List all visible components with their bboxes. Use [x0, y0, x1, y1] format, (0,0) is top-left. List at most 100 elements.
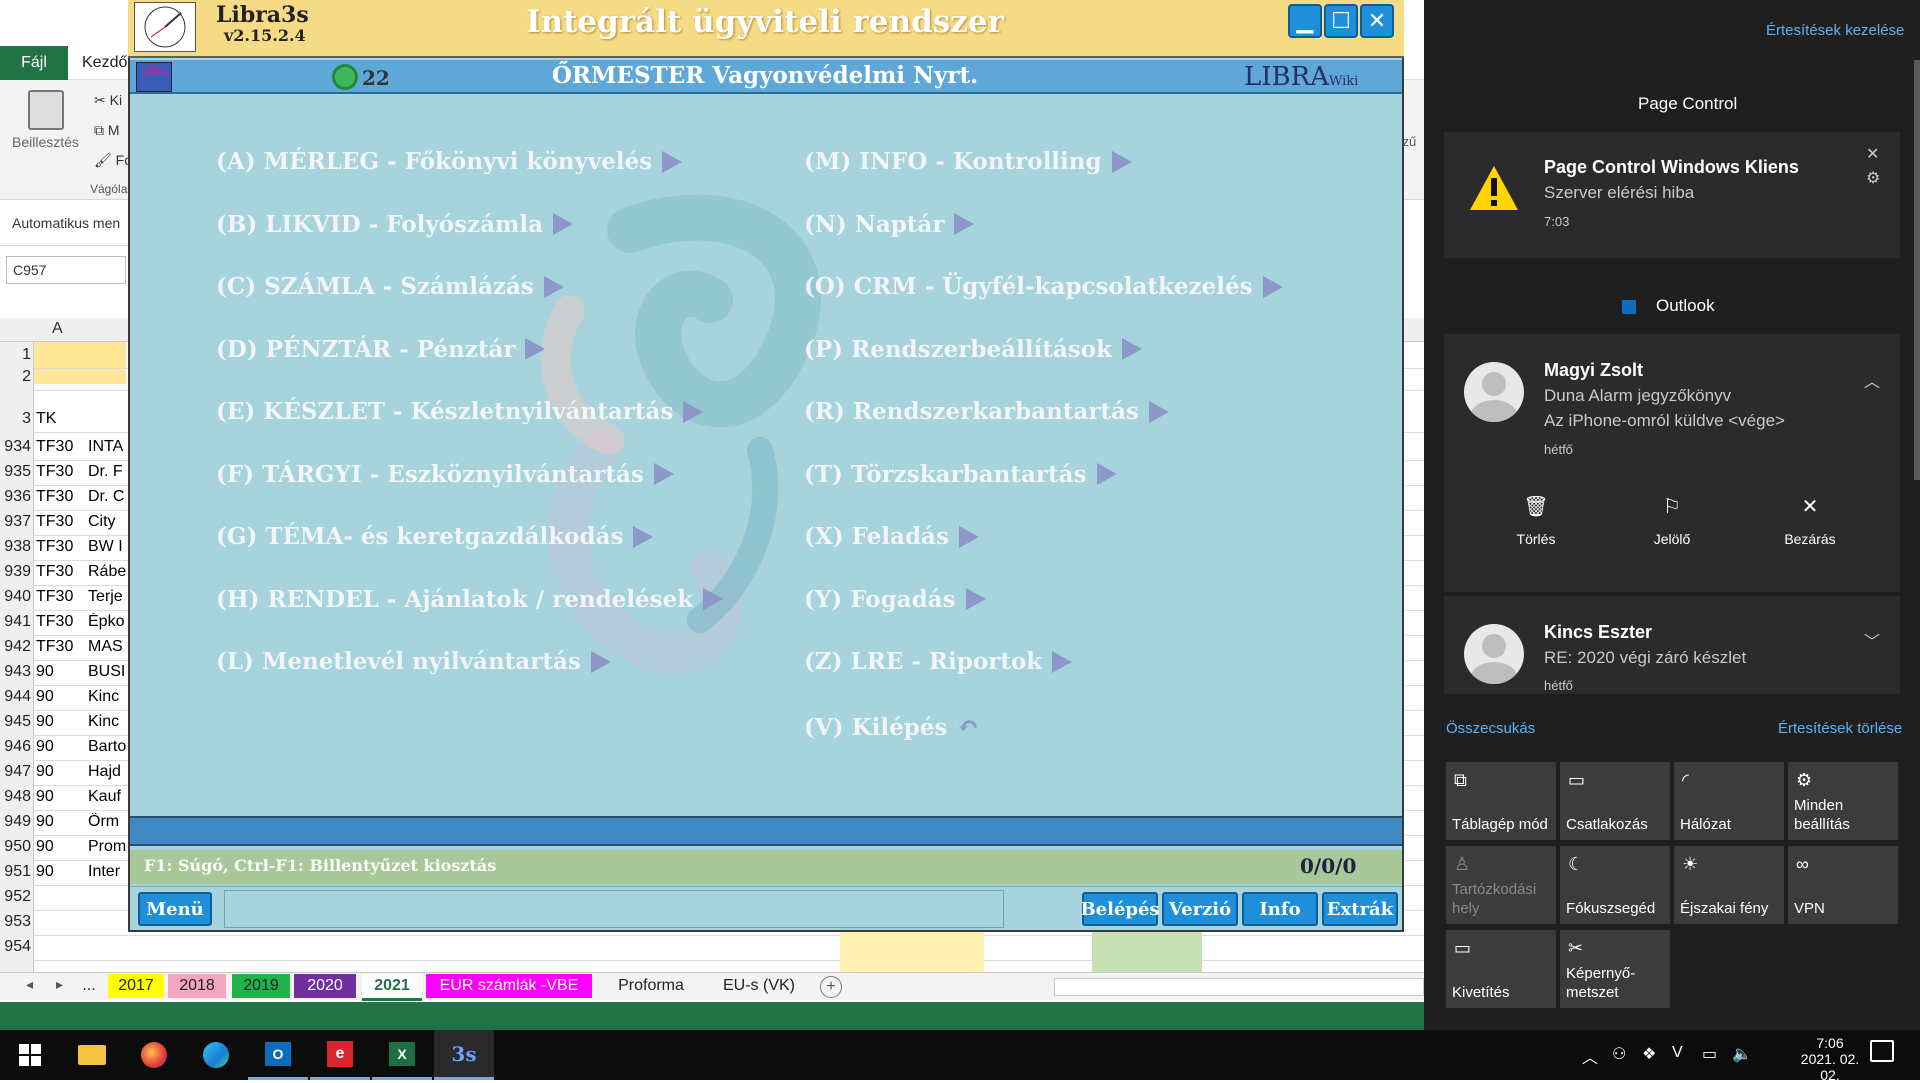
paste-icon[interactable]	[28, 90, 64, 130]
cell-a[interactable]: TF30	[36, 513, 84, 531]
row-number[interactable]: 939	[0, 563, 34, 581]
quick-action-tile[interactable]: ▭ Kivetítés	[1446, 930, 1556, 1008]
row-number[interactable]: 950	[0, 838, 34, 856]
sheet-tab[interactable]: EUR számlák -VBE	[426, 974, 592, 998]
row-number[interactable]: 940	[0, 588, 34, 606]
tray-chevron-up-icon[interactable]: ︿	[1582, 1044, 1598, 1068]
row-number[interactable]: 945	[0, 713, 34, 731]
cell-a[interactable]: TF30	[36, 588, 84, 606]
quick-action-tile[interactable]: ♙ Tartózkodási hely	[1446, 846, 1556, 924]
name-box[interactable]: C957	[6, 256, 126, 284]
cell-a[interactable]: 90	[36, 863, 84, 881]
cell-a[interactable]: 90	[36, 738, 84, 756]
cell-a[interactable]: TF30	[36, 613, 84, 631]
quick-action-tile[interactable]: ✂ Képernyő-metszet	[1560, 930, 1670, 1008]
sheet-tab[interactable]: Proforma	[596, 974, 706, 998]
cell-b[interactable]: Rábe	[88, 563, 128, 581]
sheet-tab[interactable]: 2021	[362, 974, 422, 1001]
paste-label[interactable]: Beillesztés	[12, 134, 79, 150]
row-number[interactable]: 941	[0, 613, 34, 631]
cell-a[interactable]: TF30	[36, 463, 84, 481]
libra-e-icon[interactable]: e	[310, 1030, 370, 1080]
row-number[interactable]: 949	[0, 813, 34, 831]
info-button[interactable]: Info	[1242, 892, 1318, 926]
cell-b[interactable]: MAS	[88, 638, 128, 656]
cell-a[interactable]: 90	[36, 813, 84, 831]
sheet-tab[interactable]: 2020	[294, 974, 356, 998]
add-sheet-icon[interactable]: +	[820, 976, 842, 998]
cell-a[interactable]: 90	[36, 713, 84, 731]
menu-item-exit[interactable]: (V) Kilépés ↶	[804, 712, 979, 742]
column-a-header[interactable]: A	[52, 320, 63, 338]
home-icon[interactable]	[136, 62, 172, 92]
clear-notifications-link[interactable]: Értesítések törlése	[1778, 720, 1902, 737]
cell-a[interactable]: TF30	[36, 538, 84, 556]
excel-taskbar-icon[interactable]: X	[372, 1030, 432, 1080]
menu-item[interactable]: (G) TÉMA- és keretgazdálkodás	[216, 523, 654, 550]
cell-b[interactable]: Épko	[88, 613, 128, 631]
row-number[interactable]: 953	[0, 913, 34, 931]
file-explorer-icon[interactable]	[62, 1030, 122, 1080]
sheet-tab[interactable]: 2017	[108, 974, 164, 998]
sheet-tab[interactable]: ...	[78, 974, 100, 998]
sheet-next-icon[interactable]: ▸	[56, 976, 63, 993]
sheet-tab[interactable]: 2018	[168, 974, 226, 998]
cell-b[interactable]: Kauf	[88, 788, 128, 806]
row-number[interactable]: 2	[0, 368, 34, 386]
quick-action-tile[interactable]: ∞ VPN	[1788, 846, 1898, 924]
cell-b[interactable]: BW I	[88, 538, 128, 556]
autosave-toggle[interactable]: Automatikus men	[0, 200, 130, 246]
quick-action-tile[interactable]: ▭ Csatlakozás	[1560, 762, 1670, 840]
row-number[interactable]: 936	[0, 488, 34, 506]
v-tray-icon[interactable]: V	[1672, 1044, 1683, 1062]
login-button[interactable]: Belépés	[1080, 892, 1160, 926]
menu-item[interactable]: (T) Törzskarbantartás	[804, 461, 1117, 488]
close-button[interactable]: ✕	[1360, 4, 1394, 38]
row-number[interactable]: 943	[0, 663, 34, 681]
cell-a[interactable]: TF30	[36, 438, 84, 456]
quick-action-tile[interactable]: ⚙ Minden beállítás	[1788, 762, 1898, 840]
cell-b[interactable]: Barto	[88, 738, 128, 756]
cell-a[interactable]: TF30	[36, 563, 84, 581]
copy-button[interactable]: ⧉ M	[94, 122, 120, 139]
menu-item[interactable]: (N) Naptár	[804, 211, 975, 238]
menu-item[interactable]: (X) Feladás	[804, 523, 979, 550]
menu-item[interactable]: (D) PÉNZTÁR - Pénztár	[216, 336, 546, 363]
sheet-tab[interactable]: 2019	[232, 974, 290, 998]
quick-action-tile[interactable]: ◜ Hálózat	[1674, 762, 1784, 840]
edge-icon[interactable]	[186, 1030, 246, 1080]
cell-b[interactable]: Örm	[88, 813, 128, 831]
cell-a[interactable]: 90	[36, 688, 84, 706]
minimize-button[interactable]: ▁	[1288, 4, 1322, 38]
menu-item[interactable]: (O) CRM - Ügyfél-kapcsolatkezelés	[804, 273, 1283, 300]
cell-a[interactable]: TK	[36, 410, 84, 428]
menu-item[interactable]: (Z) LRE - Riportok	[804, 648, 1073, 675]
cell-a[interactable]: 90	[36, 838, 84, 856]
cell-b[interactable]: Dr. F	[88, 463, 128, 481]
menu-item[interactable]: (R) Rendszerkarbantartás	[804, 398, 1169, 425]
notification-settings-icon[interactable]: ⚙	[1866, 168, 1880, 188]
cell-a[interactable]: 90	[36, 763, 84, 781]
libra3s-taskbar-icon[interactable]: 3s	[434, 1030, 494, 1080]
row-number[interactable]: 947	[0, 763, 34, 781]
cell-b[interactable]: Prom	[88, 838, 128, 856]
format-painter-button[interactable]: 🖌 Fo	[94, 152, 132, 169]
dismiss-icon[interactable]: ✕	[1866, 144, 1879, 164]
menu-item[interactable]: (B) LIKVID - Folyószámla	[216, 211, 573, 238]
maximize-button[interactable]: ☐	[1324, 4, 1358, 38]
flag-action[interactable]: ⚐ Jelölő	[1644, 494, 1700, 547]
cell-b[interactable]: Hajd	[88, 763, 128, 781]
row-number[interactable]: 951	[0, 863, 34, 881]
cell-a[interactable]: 90	[36, 663, 84, 681]
menu-button[interactable]: Menü	[138, 892, 212, 926]
menu-item[interactable]: (C) SZÁMLA - Számlázás	[216, 273, 564, 300]
cell-b[interactable]: BUSI	[88, 663, 128, 681]
chevron-up-icon[interactable]: ︿	[1864, 368, 1880, 392]
menu-item[interactable]: (Y) Fogadás	[804, 586, 986, 613]
menu-item[interactable]: (F) TÁRGYI - Eszköznyilvántartás	[216, 461, 674, 488]
row-number[interactable]: 934	[0, 438, 34, 456]
clock[interactable]: 7:06 2021. 02. 02.	[1790, 1035, 1870, 1083]
row-number[interactable]: 935	[0, 463, 34, 481]
menu-item[interactable]: (H) RENDEL - Ajánlatok / rendelések	[216, 586, 724, 613]
sheet-prev-icon[interactable]: ◂	[26, 976, 33, 993]
